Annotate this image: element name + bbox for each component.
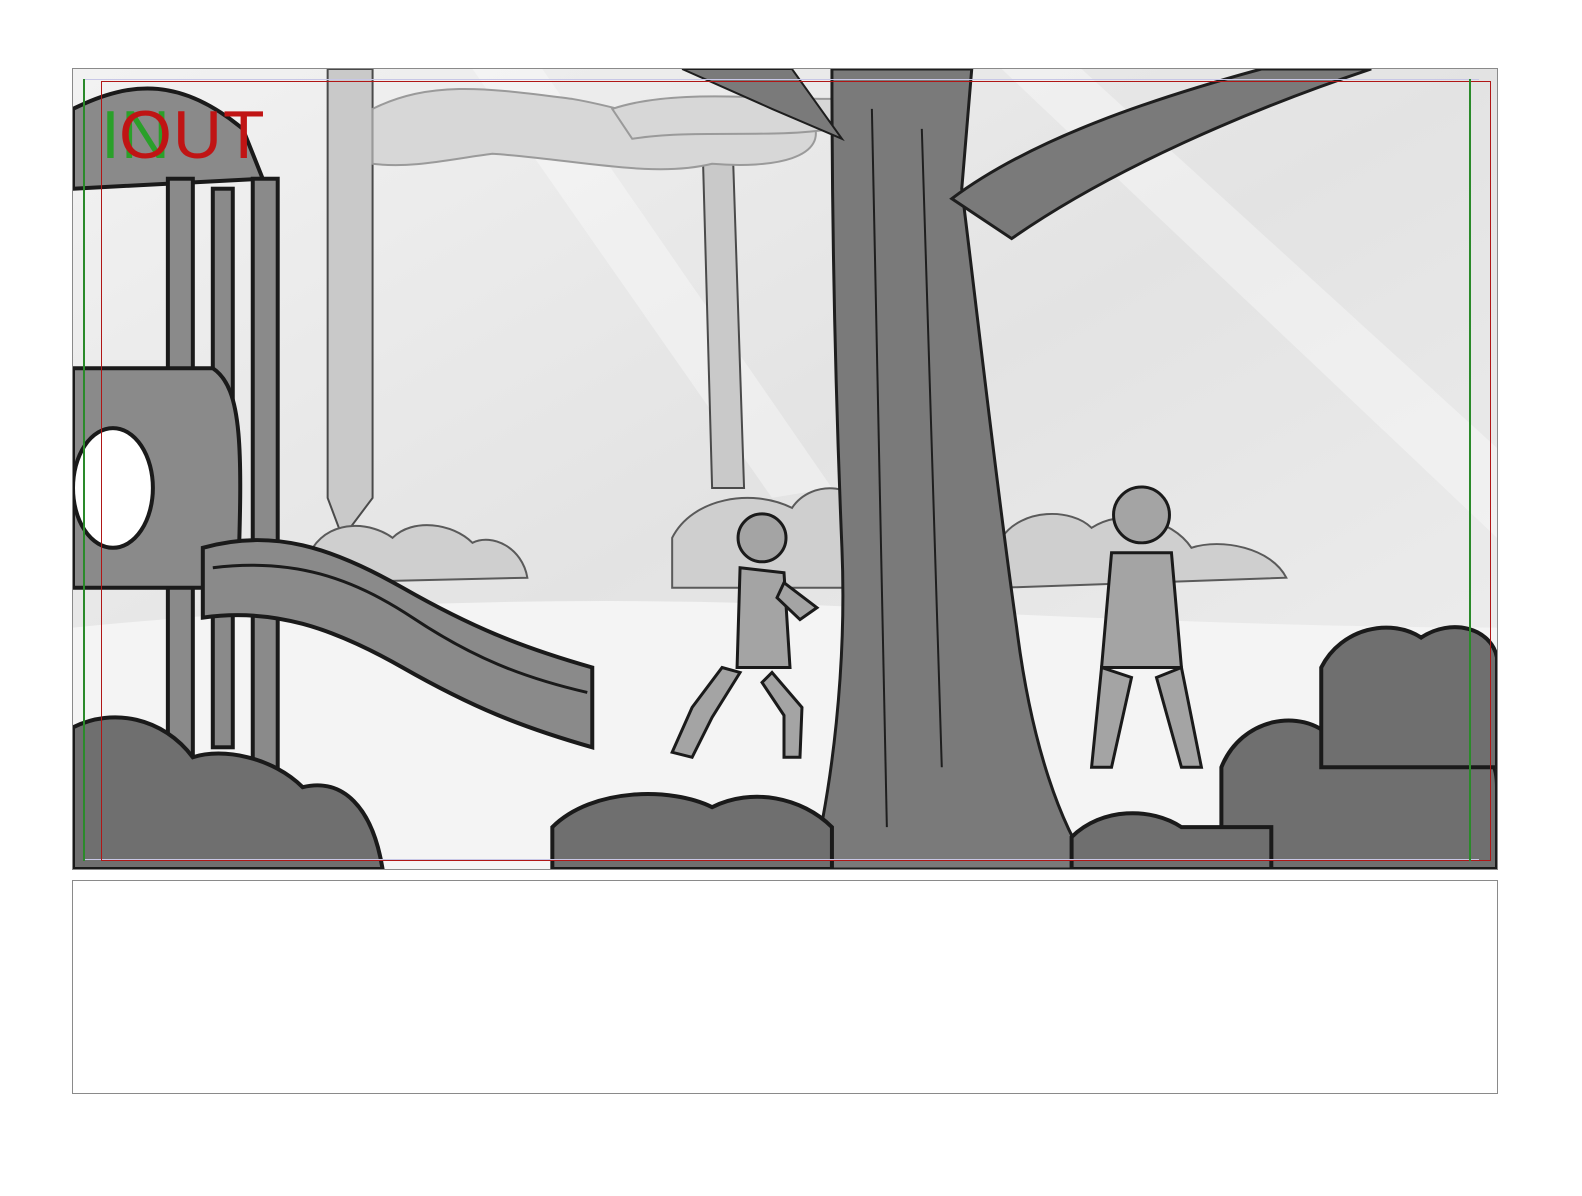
out-marker-label: OUT (119, 97, 266, 173)
sketch-artwork (73, 69, 1497, 869)
storyboard-panel[interactable]: IN OUT (72, 68, 1498, 870)
notes-box[interactable] (72, 880, 1498, 1094)
